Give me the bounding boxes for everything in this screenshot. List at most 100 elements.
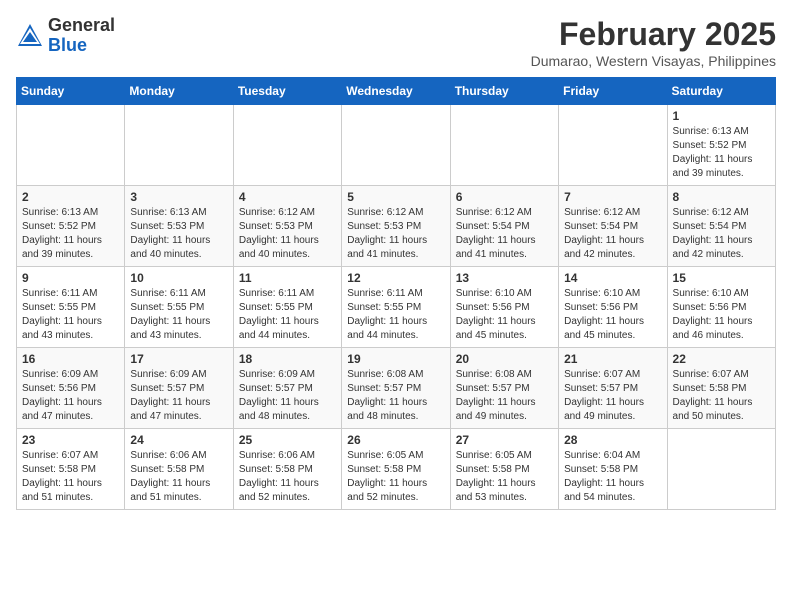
calendar-cell: 14 Sunrise: 6:10 AM Sunset: 5:56 PM Dayl… <box>559 267 667 348</box>
sunset-text: Sunset: 5:57 PM <box>130 383 204 394</box>
day-info: Sunrise: 6:11 AM Sunset: 5:55 PM Dayligh… <box>347 287 444 343</box>
day-number: 2 <box>22 190 119 204</box>
sunset-text: Sunset: 5:52 PM <box>673 140 747 151</box>
daylight-text: Daylight: 11 hours and 40 minutes. <box>239 235 319 260</box>
calendar-cell: 20 Sunrise: 6:08 AM Sunset: 5:57 PM Dayl… <box>450 348 558 429</box>
day-number: 16 <box>22 352 119 366</box>
sunrise-text: Sunrise: 6:10 AM <box>564 288 640 299</box>
calendar-cell: 7 Sunrise: 6:12 AM Sunset: 5:54 PM Dayli… <box>559 186 667 267</box>
sunset-text: Sunset: 5:58 PM <box>673 383 747 394</box>
day-number: 28 <box>564 433 661 447</box>
sunrise-text: Sunrise: 6:09 AM <box>239 369 315 380</box>
day-number: 17 <box>130 352 227 366</box>
sunrise-text: Sunrise: 6:05 AM <box>456 450 532 461</box>
calendar-cell: 10 Sunrise: 6:11 AM Sunset: 5:55 PM Dayl… <box>125 267 233 348</box>
sunrise-text: Sunrise: 6:08 AM <box>347 369 423 380</box>
daylight-text: Daylight: 11 hours and 50 minutes. <box>673 397 753 422</box>
logo: General Blue <box>16 16 115 56</box>
calendar-cell: 21 Sunrise: 6:07 AM Sunset: 5:57 PM Dayl… <box>559 348 667 429</box>
day-info: Sunrise: 6:08 AM Sunset: 5:57 PM Dayligh… <box>347 368 444 424</box>
sunset-text: Sunset: 5:56 PM <box>673 302 747 313</box>
daylight-text: Daylight: 11 hours and 54 minutes. <box>564 478 644 503</box>
calendar-cell <box>125 105 233 186</box>
sunset-text: Sunset: 5:58 PM <box>564 464 638 475</box>
day-info: Sunrise: 6:12 AM Sunset: 5:53 PM Dayligh… <box>239 206 336 262</box>
weekday-header: Tuesday <box>233 78 341 105</box>
sunset-text: Sunset: 5:57 PM <box>456 383 530 394</box>
calendar-cell: 18 Sunrise: 6:09 AM Sunset: 5:57 PM Dayl… <box>233 348 341 429</box>
daylight-text: Daylight: 11 hours and 48 minutes. <box>347 397 427 422</box>
logo-icon <box>16 22 44 50</box>
weekday-header: Saturday <box>667 78 775 105</box>
calendar-cell: 12 Sunrise: 6:11 AM Sunset: 5:55 PM Dayl… <box>342 267 450 348</box>
daylight-text: Daylight: 11 hours and 39 minutes. <box>22 235 102 260</box>
day-number: 18 <box>239 352 336 366</box>
day-number: 5 <box>347 190 444 204</box>
calendar-cell <box>233 105 341 186</box>
calendar-cell: 17 Sunrise: 6:09 AM Sunset: 5:57 PM Dayl… <box>125 348 233 429</box>
sunset-text: Sunset: 5:58 PM <box>456 464 530 475</box>
calendar-cell <box>450 105 558 186</box>
sunset-text: Sunset: 5:58 PM <box>22 464 96 475</box>
sunrise-text: Sunrise: 6:11 AM <box>22 288 97 299</box>
daylight-text: Daylight: 11 hours and 42 minutes. <box>673 235 753 260</box>
calendar-cell: 16 Sunrise: 6:09 AM Sunset: 5:56 PM Dayl… <box>17 348 125 429</box>
calendar-cell <box>559 105 667 186</box>
sunset-text: Sunset: 5:58 PM <box>347 464 421 475</box>
title-block: February 2025 Dumarao, Western Visayas, … <box>531 16 776 69</box>
weekday-header: Sunday <box>17 78 125 105</box>
sunset-text: Sunset: 5:57 PM <box>564 383 638 394</box>
calendar-cell: 1 Sunrise: 6:13 AM Sunset: 5:52 PM Dayli… <box>667 105 775 186</box>
calendar-cell: 27 Sunrise: 6:05 AM Sunset: 5:58 PM Dayl… <box>450 429 558 510</box>
day-number: 13 <box>456 271 553 285</box>
day-number: 4 <box>239 190 336 204</box>
sunset-text: Sunset: 5:55 PM <box>239 302 313 313</box>
calendar-cell <box>342 105 450 186</box>
day-number: 20 <box>456 352 553 366</box>
calendar-week-row: 2 Sunrise: 6:13 AM Sunset: 5:52 PM Dayli… <box>17 186 776 267</box>
day-info: Sunrise: 6:05 AM Sunset: 5:58 PM Dayligh… <box>347 449 444 505</box>
daylight-text: Daylight: 11 hours and 46 minutes. <box>673 316 753 341</box>
sunrise-text: Sunrise: 6:12 AM <box>239 207 315 218</box>
day-info: Sunrise: 6:09 AM Sunset: 5:57 PM Dayligh… <box>239 368 336 424</box>
day-number: 22 <box>673 352 770 366</box>
sunrise-text: Sunrise: 6:07 AM <box>564 369 640 380</box>
day-number: 3 <box>130 190 227 204</box>
calendar-cell: 19 Sunrise: 6:08 AM Sunset: 5:57 PM Dayl… <box>342 348 450 429</box>
sunrise-text: Sunrise: 6:06 AM <box>130 450 206 461</box>
daylight-text: Daylight: 11 hours and 52 minutes. <box>347 478 427 503</box>
day-number: 15 <box>673 271 770 285</box>
calendar-cell <box>667 429 775 510</box>
day-info: Sunrise: 6:07 AM Sunset: 5:58 PM Dayligh… <box>22 449 119 505</box>
day-info: Sunrise: 6:11 AM Sunset: 5:55 PM Dayligh… <box>22 287 119 343</box>
day-info: Sunrise: 6:07 AM Sunset: 5:58 PM Dayligh… <box>673 368 770 424</box>
calendar-cell: 9 Sunrise: 6:11 AM Sunset: 5:55 PM Dayli… <box>17 267 125 348</box>
sunset-text: Sunset: 5:53 PM <box>347 221 421 232</box>
daylight-text: Daylight: 11 hours and 42 minutes. <box>564 235 644 260</box>
calendar-cell: 11 Sunrise: 6:11 AM Sunset: 5:55 PM Dayl… <box>233 267 341 348</box>
day-info: Sunrise: 6:13 AM Sunset: 5:52 PM Dayligh… <box>22 206 119 262</box>
sunrise-text: Sunrise: 6:10 AM <box>673 288 749 299</box>
day-info: Sunrise: 6:06 AM Sunset: 5:58 PM Dayligh… <box>130 449 227 505</box>
sunrise-text: Sunrise: 6:06 AM <box>239 450 315 461</box>
day-number: 14 <box>564 271 661 285</box>
daylight-text: Daylight: 11 hours and 41 minutes. <box>456 235 536 260</box>
calendar-cell: 13 Sunrise: 6:10 AM Sunset: 5:56 PM Dayl… <box>450 267 558 348</box>
logo-text: General Blue <box>48 16 115 56</box>
day-info: Sunrise: 6:12 AM Sunset: 5:53 PM Dayligh… <box>347 206 444 262</box>
daylight-text: Daylight: 11 hours and 47 minutes. <box>22 397 102 422</box>
sunrise-text: Sunrise: 6:07 AM <box>673 369 749 380</box>
daylight-text: Daylight: 11 hours and 45 minutes. <box>456 316 536 341</box>
day-number: 23 <box>22 433 119 447</box>
sunset-text: Sunset: 5:54 PM <box>673 221 747 232</box>
day-info: Sunrise: 6:05 AM Sunset: 5:58 PM Dayligh… <box>456 449 553 505</box>
day-info: Sunrise: 6:07 AM Sunset: 5:57 PM Dayligh… <box>564 368 661 424</box>
day-info: Sunrise: 6:08 AM Sunset: 5:57 PM Dayligh… <box>456 368 553 424</box>
daylight-text: Daylight: 11 hours and 43 minutes. <box>22 316 102 341</box>
weekday-header: Wednesday <box>342 78 450 105</box>
sunset-text: Sunset: 5:57 PM <box>347 383 421 394</box>
calendar-cell: 26 Sunrise: 6:05 AM Sunset: 5:58 PM Dayl… <box>342 429 450 510</box>
calendar-cell: 28 Sunrise: 6:04 AM Sunset: 5:58 PM Dayl… <box>559 429 667 510</box>
calendar-week-row: 9 Sunrise: 6:11 AM Sunset: 5:55 PM Dayli… <box>17 267 776 348</box>
calendar-cell: 25 Sunrise: 6:06 AM Sunset: 5:58 PM Dayl… <box>233 429 341 510</box>
